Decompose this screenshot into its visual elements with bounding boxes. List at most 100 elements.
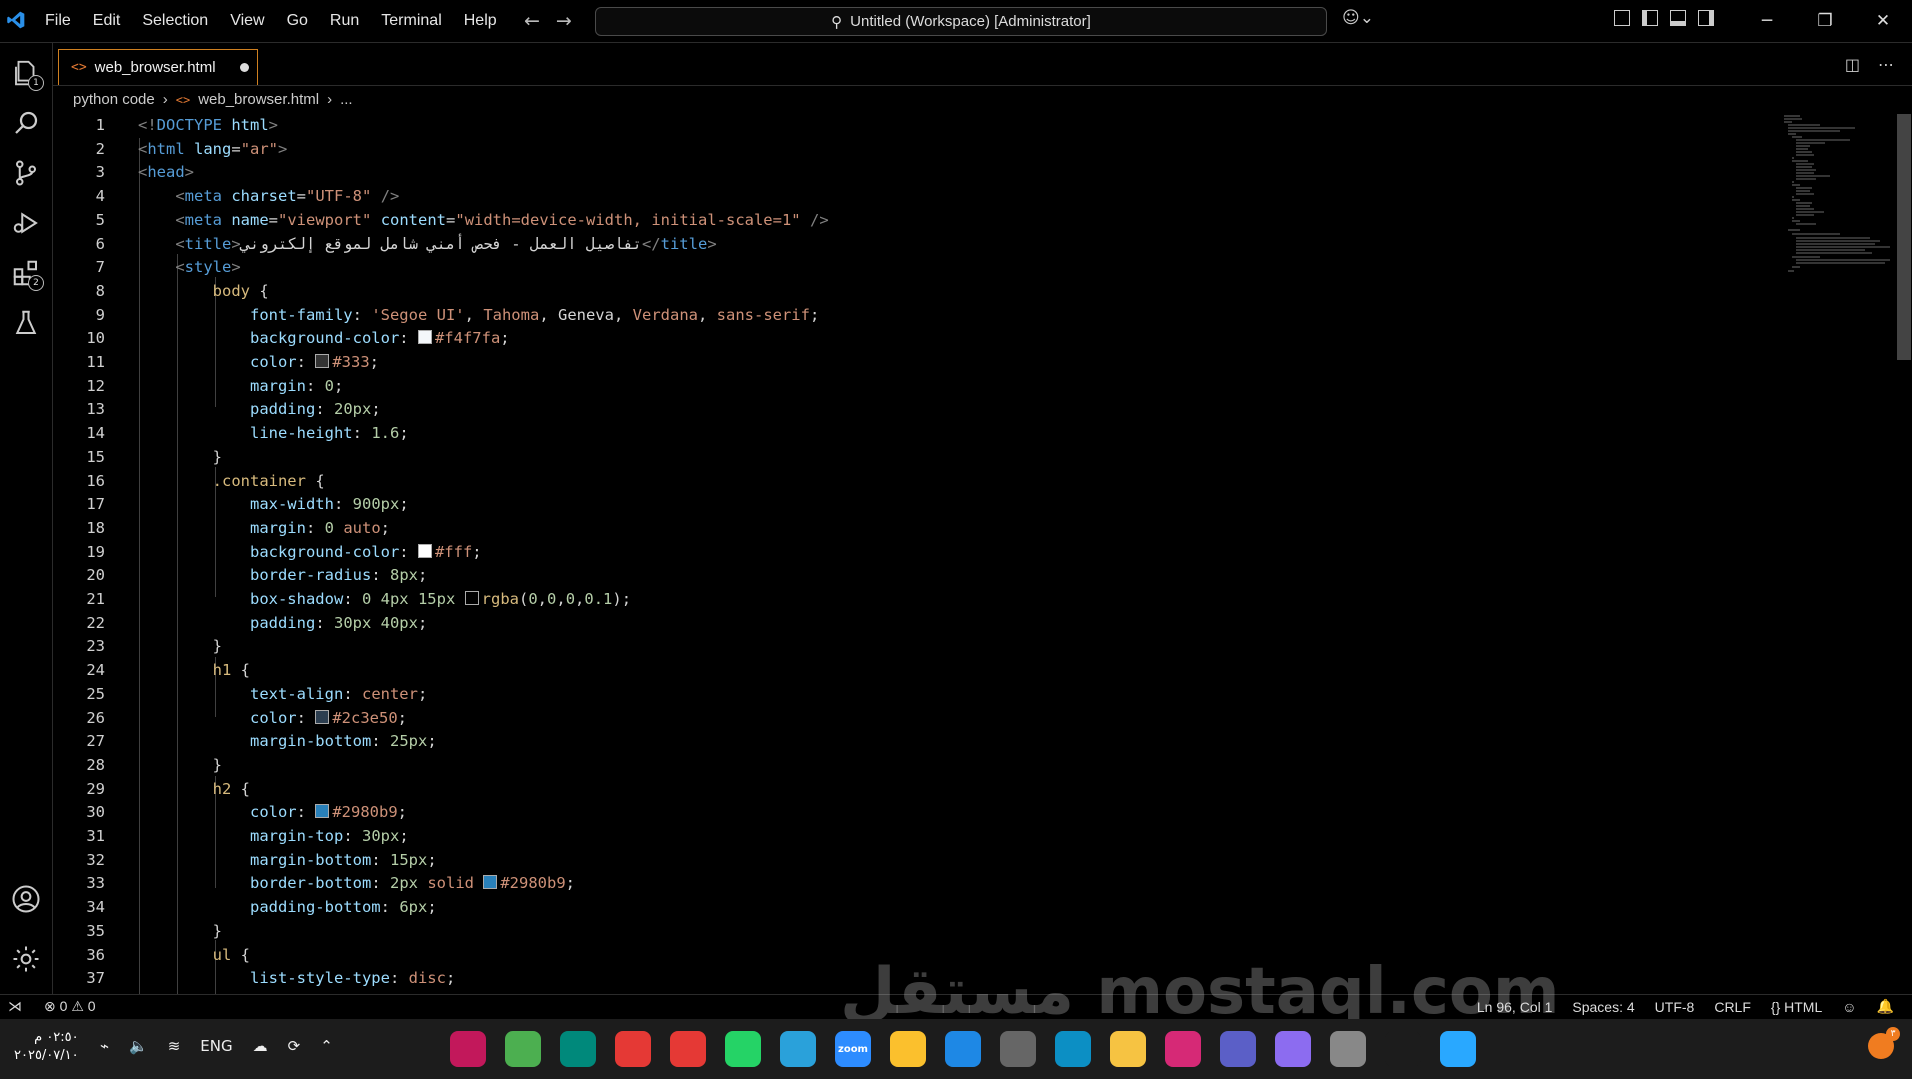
code-line[interactable]: 1 <!DOCTYPE html> xyxy=(53,114,1833,138)
volume-icon[interactable]: 🔈 xyxy=(129,1037,148,1055)
copilot-status-icon[interactable]: ☺ xyxy=(1842,999,1856,1015)
code-line[interactable]: 34 padding-bottom: 6px; xyxy=(53,896,1833,920)
code-line[interactable]: 23 } xyxy=(53,635,1833,659)
code-line[interactable]: 25 text-align: center; xyxy=(53,683,1833,707)
customize-layout-icon[interactable] xyxy=(1614,10,1630,26)
menu-terminal[interactable]: Terminal xyxy=(381,12,441,30)
teams-icon[interactable] xyxy=(1220,1031,1256,1067)
color-swatch[interactable] xyxy=(417,543,432,558)
color-swatch[interactable] xyxy=(483,875,498,890)
zoom-icon[interactable]: zoom xyxy=(835,1031,871,1067)
extensions-icon[interactable]: 2 xyxy=(8,255,44,291)
code-line[interactable]: 12 margin: 0; xyxy=(53,375,1833,399)
visual-studio-icon[interactable] xyxy=(560,1031,596,1067)
color-swatch[interactable] xyxy=(464,591,479,605)
code-line[interactable]: 28 } xyxy=(53,754,1833,778)
code-editor[interactable]: 1 <!DOCTYPE html> 2 <html lang="ar"> 3 <head>… xyxy=(53,114,1893,994)
wifi-icon[interactable]: ≋ xyxy=(168,1037,181,1055)
code-line[interactable]: 10 background-color: #f4f7fa; xyxy=(53,327,1833,351)
toggle-panel-icon[interactable] xyxy=(1670,10,1686,26)
sync-icon[interactable]: ⟳ xyxy=(288,1037,301,1055)
line-endings[interactable]: CRLF xyxy=(1714,999,1751,1015)
unsaved-dot-icon[interactable] xyxy=(240,63,249,72)
battery-icon[interactable]: ⌁ xyxy=(100,1037,109,1055)
source-control-icon[interactable] xyxy=(8,155,44,191)
problems-indicator[interactable]: ⊗ 0 ⚠ 0 xyxy=(44,998,96,1015)
edge-icon[interactable] xyxy=(1055,1031,1091,1067)
store-icon[interactable] xyxy=(1000,1031,1036,1067)
remote-icon[interactable]: ⋊ xyxy=(8,998,22,1015)
code-line[interactable]: 5 <meta name="viewport" content="width=d… xyxy=(53,209,1833,233)
color-swatch[interactable] xyxy=(315,354,330,368)
notification-avatar[interactable]: ٣ xyxy=(1868,1027,1900,1059)
close-icon[interactable]: ✕ xyxy=(1854,11,1912,31)
indentation[interactable]: Spaces: 4 xyxy=(1572,999,1634,1015)
code-line[interactable]: 7 <style> xyxy=(53,256,1833,280)
color-swatch[interactable] xyxy=(315,709,330,724)
code-line[interactable]: 11 color: #333; xyxy=(53,351,1833,375)
accounts-icon[interactable] xyxy=(8,881,44,917)
forward-arrow-icon[interactable]: → xyxy=(556,10,572,32)
youtube-icon[interactable] xyxy=(615,1031,651,1067)
code-line[interactable]: 26 color: #2c3e50; xyxy=(53,707,1833,731)
code-line[interactable]: 16 .container { xyxy=(53,470,1833,494)
bluestacks-icon[interactable] xyxy=(505,1031,541,1067)
code-line[interactable]: 20 border-radius: 8px; xyxy=(53,564,1833,588)
files-icon[interactable] xyxy=(1110,1031,1146,1067)
toggle-primary-sidebar-icon[interactable] xyxy=(1642,10,1658,26)
menu-go[interactable]: Go xyxy=(287,12,308,30)
code-line[interactable]: 24 h1 { xyxy=(53,659,1833,683)
whatsapp-icon[interactable] xyxy=(725,1031,761,1067)
menu-view[interactable]: View xyxy=(230,12,264,30)
tray-overflow-chevron-icon[interactable]: ⌃ xyxy=(320,1037,333,1055)
code-line[interactable]: 33 border-bottom: 2px solid #2980b9; xyxy=(53,872,1833,896)
split-editor-icon[interactable]: ◫ xyxy=(1845,55,1860,74)
language-indicator[interactable]: ENG xyxy=(200,1037,232,1055)
code-line[interactable]: 21 box-shadow: 0 4px 15px rgba(0,0,0,0.1… xyxy=(53,588,1833,612)
code-line[interactable]: 22 padding: 30px 40px; xyxy=(53,612,1833,636)
tab-web-browser-html[interactable]: <> web_browser.html xyxy=(58,49,258,85)
minimize-icon[interactable]: ─ xyxy=(1738,11,1796,31)
notifications-bell-icon[interactable]: 🔔 xyxy=(1877,998,1894,1015)
code-line[interactable]: 31 margin-top: 30px; xyxy=(53,825,1833,849)
start-icon[interactable] xyxy=(1440,1031,1476,1067)
color-swatch[interactable] xyxy=(417,330,432,345)
breadcrumb-more[interactable]: ... xyxy=(340,91,353,108)
minimap[interactable] xyxy=(1780,114,1900,314)
code-line[interactable]: 19 background-color: #fff; xyxy=(53,541,1833,565)
copilot-icon[interactable] xyxy=(1275,1031,1311,1067)
more-actions-icon[interactable]: ⋯ xyxy=(1878,55,1894,74)
code-line[interactable]: 14 line-height: 1.6; xyxy=(53,422,1833,446)
code-line[interactable]: 30 color: #2980b9; xyxy=(53,801,1833,825)
color-swatch[interactable] xyxy=(315,804,330,819)
code-line[interactable]: 13 padding: 20px; xyxy=(53,398,1833,422)
language-mode[interactable]: {} HTML xyxy=(1771,999,1822,1015)
code-line[interactable]: 4 <meta charset="UTF-8" /> xyxy=(53,185,1833,209)
code-line[interactable]: 6 <title>تفاصيل العمل - فحص أمني شامل لم… xyxy=(53,233,1833,257)
vertical-scrollbar[interactable] xyxy=(1897,114,1911,360)
menu-edit[interactable]: Edit xyxy=(93,12,121,30)
code-line[interactable]: 17 max-width: 900px; xyxy=(53,493,1833,517)
search-icon[interactable] xyxy=(8,105,44,141)
run-debug-icon[interactable] xyxy=(8,205,44,241)
restore-icon[interactable]: ❐ xyxy=(1796,11,1854,31)
manage-gear-icon[interactable] xyxy=(8,941,44,977)
menu-help[interactable]: Help xyxy=(464,12,497,30)
menu-run[interactable]: Run xyxy=(330,12,359,30)
app-icon[interactable] xyxy=(450,1031,486,1067)
search-icon[interactable] xyxy=(1385,1031,1421,1067)
command-center[interactable]: ⚲ Untitled (Workspace) [Administrator] xyxy=(595,7,1327,36)
copilot-menu-icon[interactable]: ☺⌄ xyxy=(1342,8,1374,28)
instagram-icon[interactable] xyxy=(1165,1031,1201,1067)
toggle-secondary-sidebar-icon[interactable] xyxy=(1698,10,1714,26)
chrome-icon[interactable] xyxy=(890,1031,926,1067)
explorer-icon[interactable]: 1 xyxy=(8,55,44,91)
code-line[interactable]: 15 } xyxy=(53,446,1833,470)
task-view-icon[interactable] xyxy=(1330,1031,1366,1067)
menu-selection[interactable]: Selection xyxy=(142,12,208,30)
code-line[interactable]: 35 } xyxy=(53,920,1833,944)
code-line[interactable]: 29 h2 { xyxy=(53,778,1833,802)
code-line[interactable]: 3 <head> xyxy=(53,161,1833,185)
menu-file[interactable]: File xyxy=(45,12,71,30)
code-line[interactable]: 2 <html lang="ar"> xyxy=(53,138,1833,162)
